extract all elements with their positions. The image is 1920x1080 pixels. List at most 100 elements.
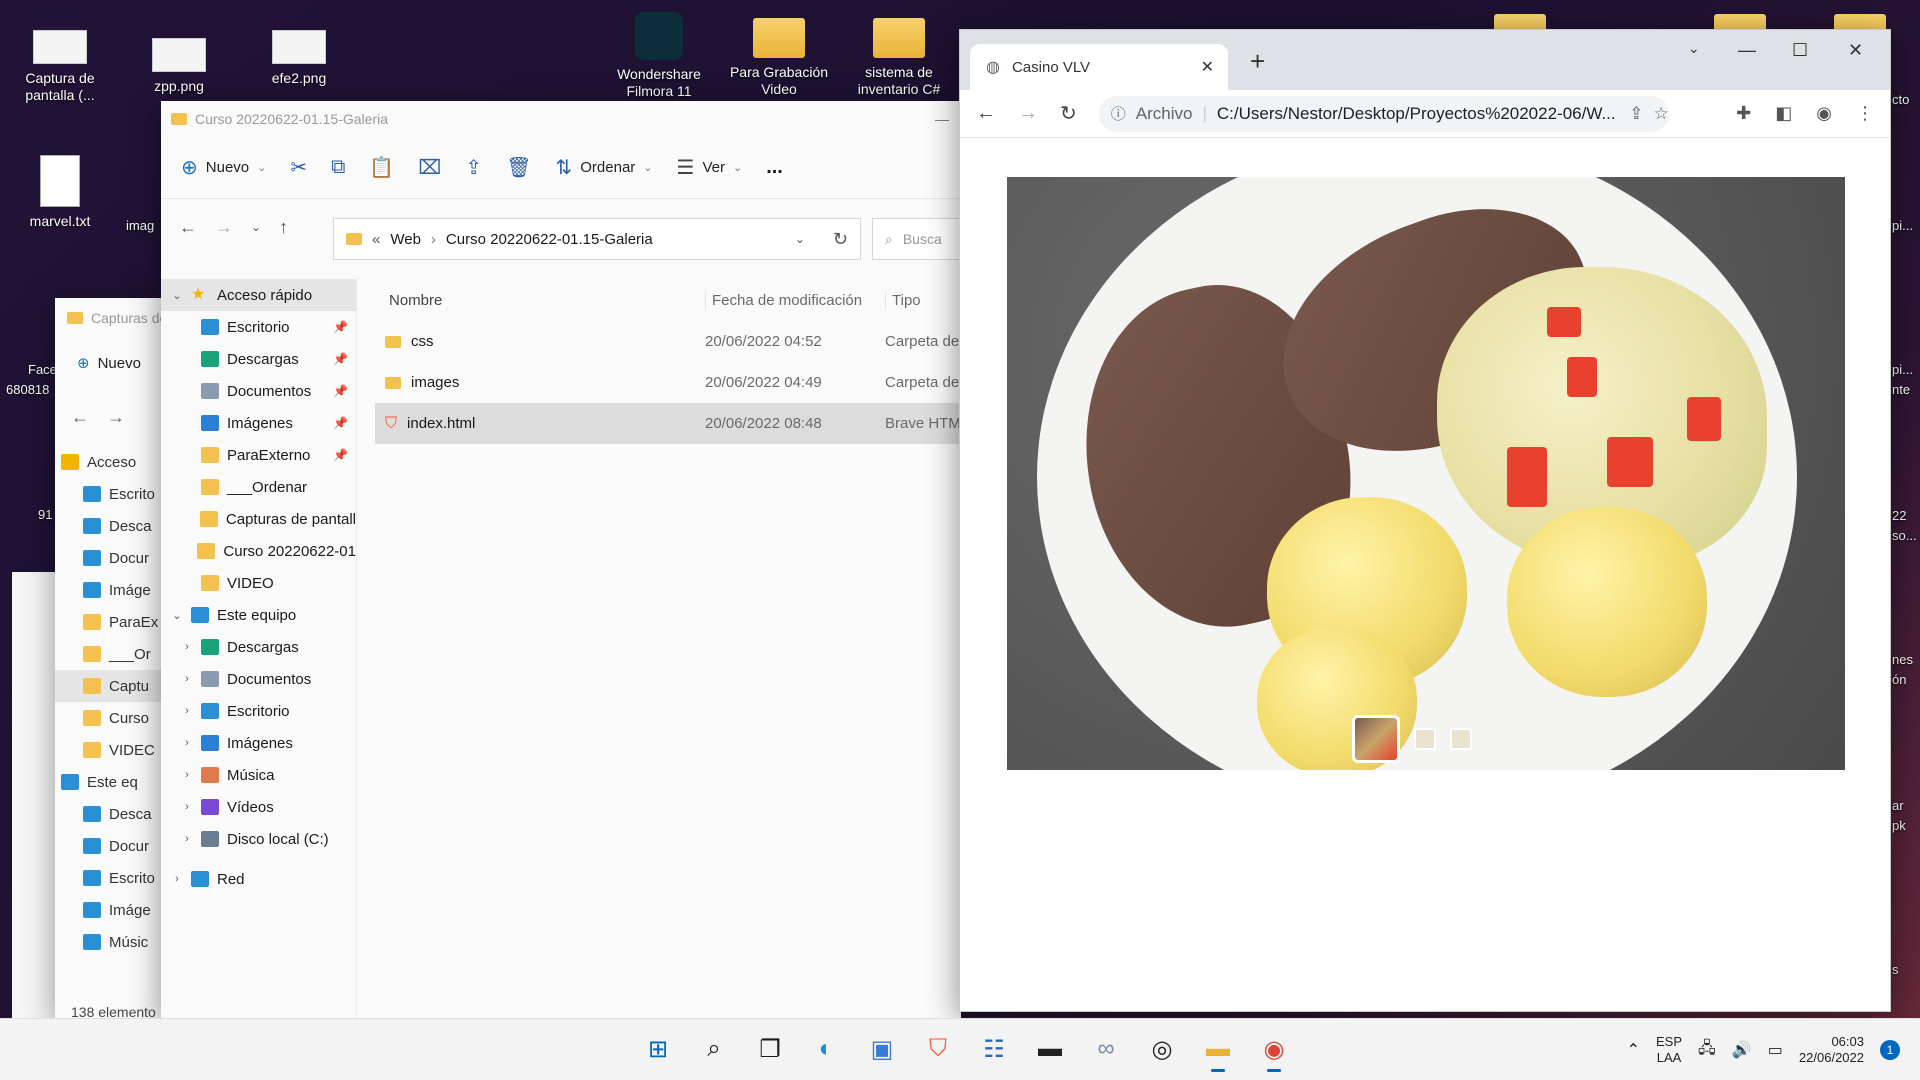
minimize-icon[interactable]: — [935,111,949,127]
volume-icon[interactable]: 🔊 [1732,1040,1752,1060]
bg-sidebar-item[interactable]: ParaEx [55,606,175,638]
address-bar[interactable]: « Web › Curso 20220622-01.15-Galeria ⌄ ↻ [333,218,861,260]
sidebar-item[interactable]: › Red [161,863,356,895]
chevron-right-icon[interactable]: › [181,833,193,845]
desktop-icon-inventario[interactable]: sistema de inventario C# [849,18,949,108]
sidebar-item[interactable]: Escritorio 📌 [161,311,356,343]
chevron-down-icon[interactable]: ⌄ [171,609,183,622]
chevron-right-icon[interactable]: › [181,705,193,717]
maximize-button[interactable]: ☐ [1792,40,1808,61]
side-panel-icon[interactable]: ◧ [1775,103,1792,124]
chevron-right-icon[interactable]: › [181,641,193,653]
desktop-icon-partial[interactable] [1470,14,1570,30]
bg-sidebar-item[interactable]: Escrito [55,862,175,894]
sidebar-item[interactable]: ⌄ Este equipo [161,599,356,631]
chevron-right-icon[interactable]: › [181,801,193,813]
sidebar-item[interactable]: ___Ordenar [161,471,356,503]
refresh-icon[interactable]: ↻ [833,229,848,250]
bg-sidebar-item[interactable]: Este eq [55,766,175,798]
reload-icon[interactable]: ↻ [1060,101,1077,126]
search-input[interactable]: ⌕ Busca [872,218,972,260]
rename-icon[interactable]: ⌧ [418,155,441,180]
close-window-button[interactable]: ✕ [1848,40,1863,61]
bg-sidebar-item[interactable]: Captu [55,670,175,702]
notification-badge[interactable]: 1 [1880,1040,1900,1060]
file-explorer-icon[interactable]: ▬ [1200,1030,1236,1072]
view-button[interactable]: ☰ Ver ⌄ [677,155,743,180]
tab-casino-vlv[interactable]: ◍ Casino VLV ✕ [970,44,1228,90]
gallery-thumbnail-2[interactable] [1414,728,1436,750]
more-options-button[interactable]: ... [766,156,783,179]
delete-icon[interactable]: 🗑 [506,155,531,180]
bg-sidebar-item[interactable]: Desca [55,510,175,542]
network-icon[interactable]: 🖧 [1698,1037,1716,1064]
edge-icon[interactable]: ◐ [808,1030,844,1068]
sidebar-item[interactable]: Documentos 📌 [161,375,356,407]
file-explorer-window[interactable]: Curso 20220622-01.15-Galeria — ⊕ Nuevo ⌄ ✂ … [161,101,972,1019]
desktop-icon-zpp[interactable]: zpp.png [129,38,229,95]
recent-locations-icon[interactable]: ⌄ [251,220,261,234]
minimize-button[interactable]: — [1738,40,1756,61]
chevron-right-icon[interactable]: › [181,673,193,685]
sidebar-item[interactable]: › Documentos [161,663,356,695]
extensions-icon[interactable]: ✚ [1736,103,1751,124]
chevron-right-icon[interactable]: › [171,873,183,885]
close-tab-icon[interactable]: ✕ [1201,57,1214,77]
gallery-thumbnail-3[interactable] [1450,728,1472,750]
sidebar-item[interactable]: VIDEO [161,567,356,599]
back-arrow-icon[interactable]: ← [71,407,89,428]
bg-sidebar-item[interactable]: VIDEC [55,734,175,766]
notepad-icon[interactable]: ☷ [976,1030,1012,1068]
file-row-images[interactable]: images 20/06/2022 04:49 Carpeta de [375,362,961,403]
cut-icon[interactable]: ✂ [290,155,307,180]
bookmark-star-icon[interactable]: ☆ [1654,104,1669,124]
sidebar-item[interactable]: › Escritorio [161,695,356,727]
sidebar-item[interactable]: Curso 20220622-01 [161,535,356,567]
language-indicator[interactable]: ESP LAA [1656,1034,1682,1066]
gallery-photo[interactable] [1007,177,1845,770]
breadcrumb-web[interactable]: Web [390,231,421,248]
file-row-css[interactable]: css 20/06/2022 04:52 Carpeta de [375,321,961,362]
sidebar-item[interactable]: ParaExterno 📌 [161,439,356,471]
column-modified[interactable]: Fecha de modificación [705,291,885,309]
gallery-thumbnail-1[interactable] [1352,715,1400,763]
bg-explorer-new-button[interactable]: ⊕ Nuevo [55,338,175,388]
new-button[interactable]: ⊕ Nuevo ⌄ [181,155,266,180]
menu-kebab-icon[interactable]: ⋮ [1856,103,1874,124]
clock[interactable]: 06:03 22/06/2022 [1799,1034,1864,1066]
bg-sidebar-item[interactable]: Imáge [55,894,175,926]
breadcrumb-overflow[interactable]: « [372,231,380,248]
new-tab-button[interactable]: + [1250,46,1265,77]
chevron-up-icon[interactable]: ⌃ [1627,1040,1640,1060]
paste-icon[interactable]: 📋 [369,155,394,180]
desktop-icon-marvel[interactable]: marvel.txt [10,155,110,230]
bg-sidebar-item[interactable]: ___Or [55,638,175,670]
chevron-right-icon[interactable]: › [181,769,193,781]
chrome-icon[interactable]: ◉ [1256,1030,1292,1072]
forward-arrow-icon[interactable]: → [215,217,233,238]
copy-icon[interactable]: ⧉ [331,156,345,179]
share-icon[interactable]: ⇪ [465,155,482,180]
column-type[interactable]: Tipo [885,291,921,309]
bg-sidebar-item[interactable]: Docur [55,542,175,574]
back-arrow-icon[interactable]: ← [976,102,996,125]
column-name[interactable]: Nombre [375,292,705,309]
chevron-right-icon[interactable]: › [181,737,193,749]
bg-sidebar-item[interactable]: Curso [55,702,175,734]
start-windows-icon[interactable]: ⊞ [640,1030,676,1068]
forward-arrow-icon[interactable]: → [107,407,125,428]
brave-icon[interactable]: ⛉ [920,1030,956,1068]
file-row-index-html[interactable]: ⛉ index.html 20/06/2022 08:48 Brave HTM [375,403,961,444]
sidebar-item[interactable]: Descargas 📌 [161,343,356,375]
search-icon[interactable]: ⌕ [696,1030,732,1068]
sidebar-item[interactable]: ⌄ ★ Acceso rápido [161,279,356,311]
desktop-icon-captura[interactable]: Captura de pantalla (... [10,30,110,104]
bg-sidebar-item[interactable]: Docur [55,830,175,862]
sidebar-item[interactable]: › Vídeos [161,791,356,823]
desktop-icon-grabacion[interactable]: Para Grabación Video [729,18,829,108]
battery-icon[interactable]: ▭ [1768,1040,1783,1060]
desktop-icon-partial[interactable] [1690,14,1790,30]
bg-sidebar-item[interactable]: Desca [55,798,175,830]
terminal-icon[interactable]: ▬ [1032,1030,1068,1068]
desktop-icon-filmora[interactable]: Wondershare Filmora 11 [609,12,709,108]
